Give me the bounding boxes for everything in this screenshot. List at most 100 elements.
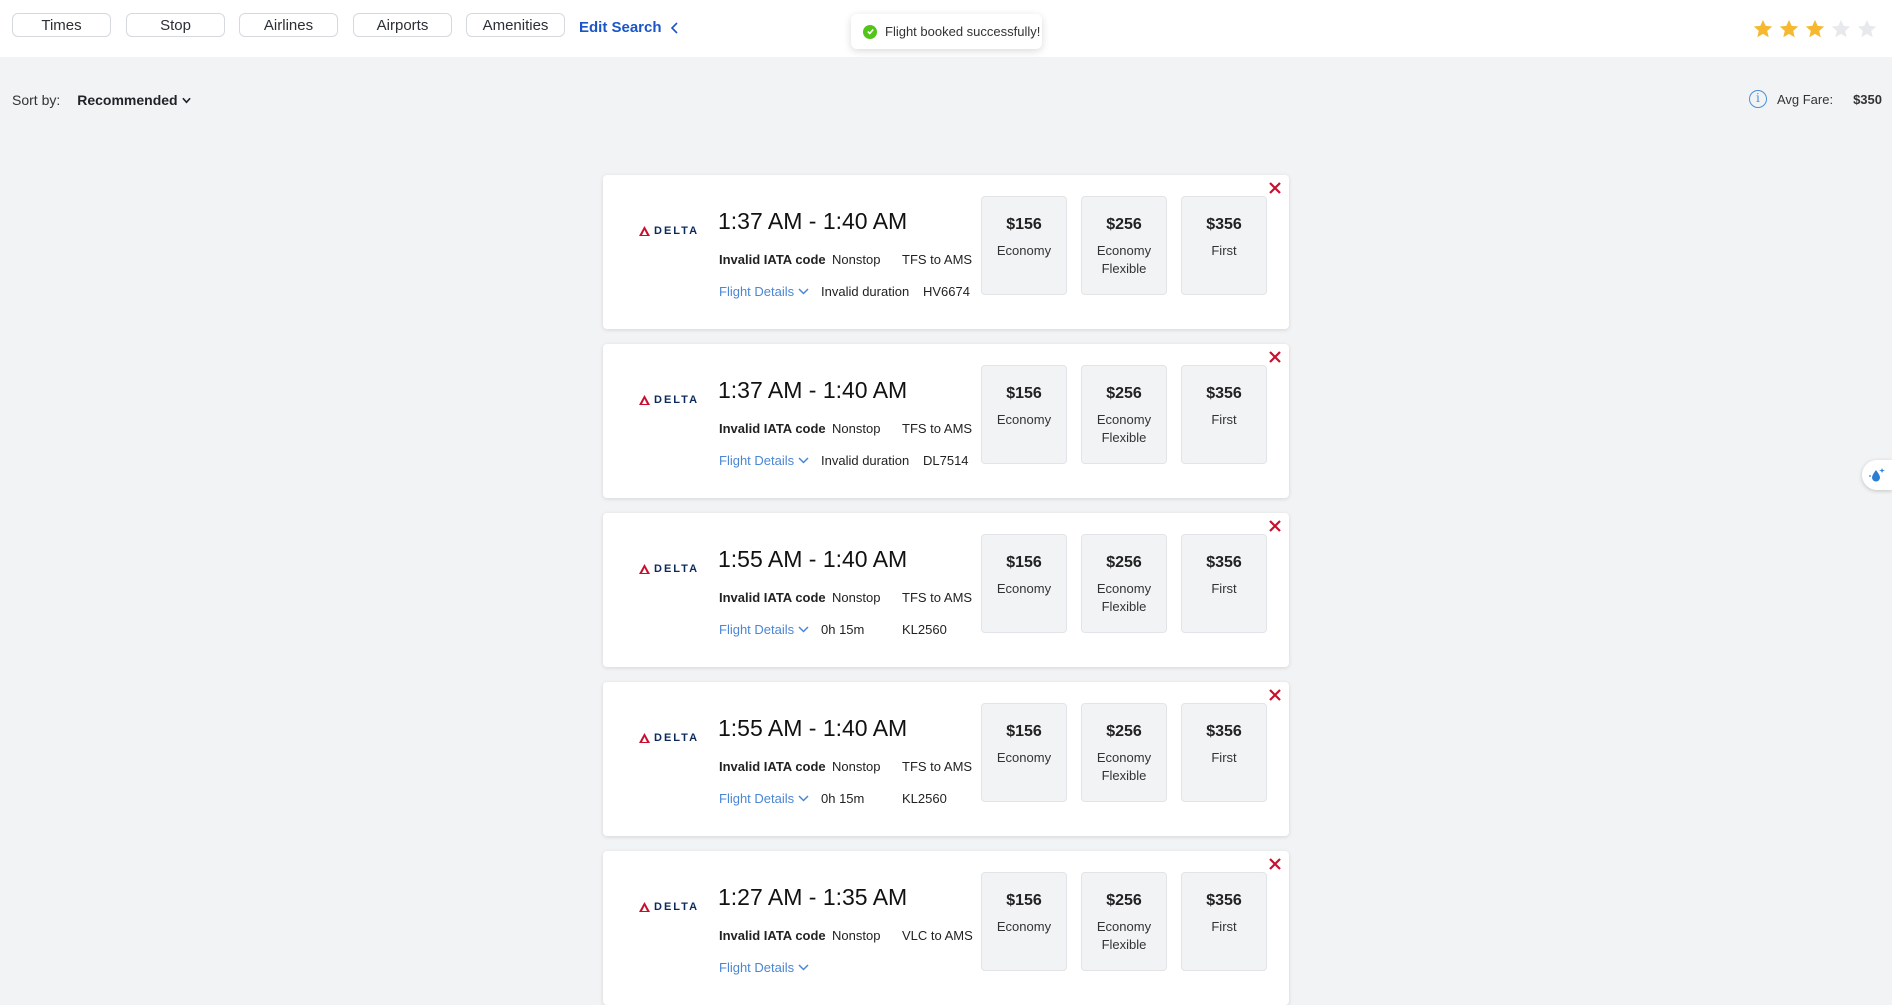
flight-number: DL7514	[923, 453, 969, 468]
fare-price: $156	[1006, 554, 1042, 571]
duration-label: 0h 15m	[821, 791, 865, 806]
star-icon-filled[interactable]	[1752, 18, 1774, 40]
flight-times: 1:27 AM - 1:35 AM	[718, 884, 908, 910]
star-icon-filled[interactable]	[1804, 18, 1826, 40]
fare-option-0[interactable]: $156 Economy	[981, 703, 1067, 802]
airline-logo: DELTA	[639, 394, 699, 406]
flight-card[interactable]: DELTA 1:37 AM - 1:40 AM Invalid IATA cod…	[603, 175, 1289, 329]
flight-details-label: Flight Details	[719, 284, 795, 299]
delta-triangle-icon	[639, 564, 650, 574]
flight-details-toggle[interactable]: Flight Details	[719, 960, 809, 975]
flight-details-toggle[interactable]: Flight Details	[719, 622, 809, 637]
flight-card[interactable]: DELTA 1:37 AM - 1:40 AM Invalid IATA cod…	[603, 344, 1289, 498]
close-icon[interactable]	[1268, 857, 1282, 871]
fare-option-0[interactable]: $156 Economy	[981, 534, 1067, 633]
assistant-widget-button[interactable]	[1862, 460, 1892, 490]
fare-class: Economy	[996, 581, 1052, 596]
fare-price: $256	[1106, 892, 1142, 909]
check-circle-icon	[863, 24, 877, 39]
airport-label: Invalid IATA code	[719, 252, 826, 267]
avg-fare-value: $350	[1853, 91, 1882, 107]
fare-class: First	[1211, 581, 1237, 596]
close-icon[interactable]	[1268, 519, 1282, 533]
fare-option-1[interactable]: $256 Economy Flexible	[1081, 703, 1167, 802]
fare-class: Economy Flexible	[1096, 243, 1152, 276]
airline-name: DELTA	[654, 225, 700, 237]
fare-price: $256	[1106, 554, 1142, 571]
flight-details-label: Flight Details	[719, 453, 795, 468]
filter-stop-button[interactable]: Stop	[126, 13, 225, 37]
fare-price: $156	[1006, 723, 1042, 740]
stops-label: Nonstop	[832, 928, 881, 943]
star-icon-empty[interactable]	[1830, 18, 1852, 40]
fare-price: $356	[1206, 723, 1242, 740]
chevron-down-icon	[181, 97, 191, 104]
flight-details-toggle[interactable]: Flight Details	[719, 284, 809, 299]
flight-details-toggle[interactable]: Flight Details	[719, 453, 809, 468]
close-icon[interactable]	[1268, 688, 1282, 702]
airline-name: DELTA	[654, 394, 700, 406]
fare-price: $256	[1106, 216, 1142, 233]
flight-number: KL2560	[902, 791, 947, 806]
fare-option-0[interactable]: $156 Economy	[981, 872, 1067, 971]
delta-triangle-icon	[639, 395, 650, 405]
fare-option-2[interactable]: $356 First	[1181, 196, 1267, 295]
star-icon-filled[interactable]	[1778, 18, 1800, 40]
edit-search-link[interactable]: Edit Search	[579, 19, 680, 36]
info-icon[interactable]: i	[1748, 90, 1767, 108]
sort-value: Recommended	[77, 92, 178, 108]
fare-class: First	[1211, 412, 1237, 427]
duration-label: 0h 15m	[821, 622, 865, 637]
success-toast: Flight booked successfully!	[851, 14, 1042, 49]
airline-logo: DELTA	[639, 225, 699, 237]
airline-logo: DELTA	[639, 563, 699, 575]
fare-class: First	[1211, 750, 1237, 765]
fare-option-0[interactable]: $156 Economy	[981, 196, 1067, 295]
close-icon[interactable]	[1268, 181, 1282, 195]
fare-option-1[interactable]: $256 Economy Flexible	[1081, 365, 1167, 464]
sort-label: Sort by:	[12, 92, 61, 108]
flight-card[interactable]: DELTA 1:55 AM - 1:40 AM Invalid IATA cod…	[603, 513, 1289, 667]
chevron-down-icon	[798, 964, 809, 971]
flight-times: 1:55 AM - 1:40 AM	[718, 715, 908, 741]
duration-label: Invalid duration	[821, 453, 910, 468]
chevron-left-icon	[670, 21, 678, 34]
airline-logo: DELTA	[639, 901, 699, 913]
airport-label: Invalid IATA code	[719, 590, 826, 605]
filter-times-button[interactable]: Times	[12, 13, 111, 37]
fare-option-1[interactable]: $256 Economy Flexible	[1081, 196, 1167, 295]
filter-airlines-button[interactable]: Airlines	[239, 13, 338, 37]
delta-triangle-icon	[639, 733, 650, 743]
avg-fare-label: Avg Fare:	[1776, 91, 1834, 107]
star-icon-empty[interactable]	[1856, 18, 1878, 40]
stops-label: Nonstop	[832, 759, 881, 774]
fare-class: Economy Flexible	[1096, 750, 1152, 783]
filter-amenities-button[interactable]: Amenities	[466, 13, 565, 37]
close-icon[interactable]	[1268, 350, 1282, 364]
star-rating[interactable]	[1752, 18, 1878, 40]
fare-option-1[interactable]: $256 Economy Flexible	[1081, 534, 1167, 633]
stops-label: Nonstop	[832, 590, 881, 605]
sort-dropdown[interactable]: Recommended	[77, 92, 191, 108]
flight-card[interactable]: DELTA 1:55 AM - 1:40 AM Invalid IATA cod…	[603, 682, 1289, 836]
chevron-down-icon	[798, 795, 809, 802]
flight-details-toggle[interactable]: Flight Details	[719, 791, 809, 806]
fare-price: $356	[1206, 554, 1242, 571]
fare-class: Economy Flexible	[1096, 919, 1152, 952]
fare-option-2[interactable]: $356 First	[1181, 534, 1267, 633]
fare-option-2[interactable]: $356 First	[1181, 365, 1267, 464]
route-label: TFS to AMS	[902, 759, 973, 774]
delta-triangle-icon	[639, 902, 650, 912]
airport-label: Invalid IATA code	[719, 928, 826, 943]
fare-option-2[interactable]: $356 First	[1181, 872, 1267, 971]
airline-name: DELTA	[654, 732, 700, 744]
fare-class: First	[1211, 919, 1237, 934]
fare-option-1[interactable]: $256 Economy Flexible	[1081, 872, 1167, 971]
flight-card[interactable]: DELTA 1:27 AM - 1:35 AM Invalid IATA cod…	[603, 851, 1289, 1005]
duration-label: Invalid duration	[821, 284, 910, 299]
fare-option-2[interactable]: $356 First	[1181, 703, 1267, 802]
fare-option-0[interactable]: $156 Economy	[981, 365, 1067, 464]
droplet-sparkle-icon	[1869, 468, 1885, 482]
filter-airports-button[interactable]: Airports	[353, 13, 452, 37]
fare-class: Economy	[996, 243, 1052, 258]
